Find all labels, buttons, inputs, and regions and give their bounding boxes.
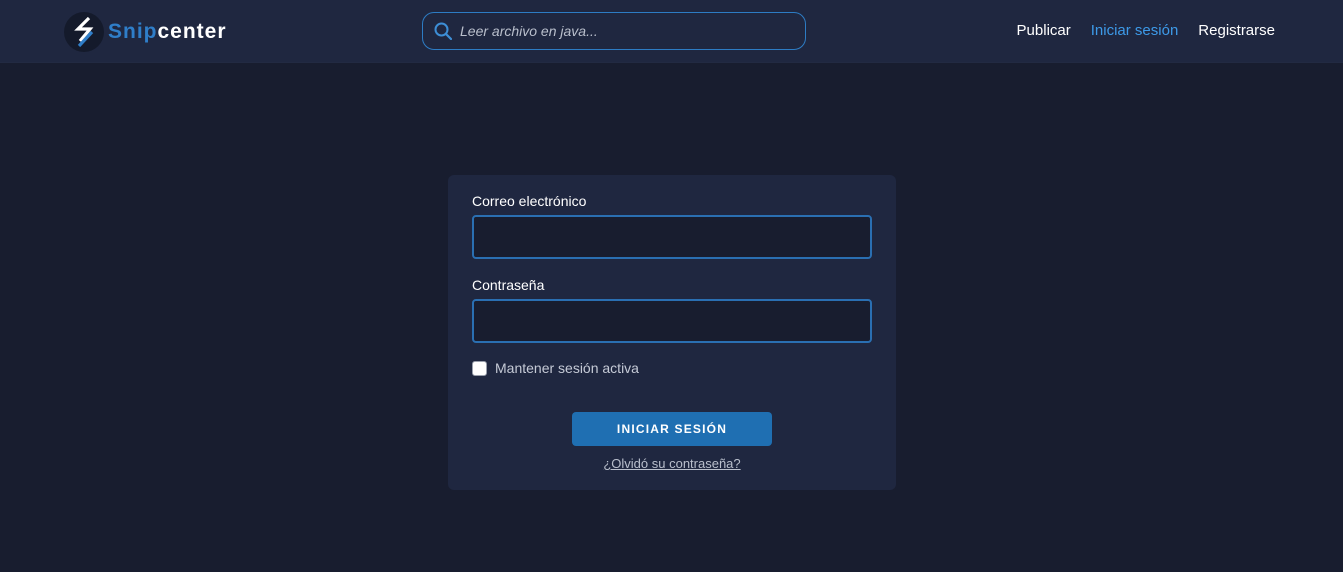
nav-link-registrarse[interactable]: Registrarse (1198, 22, 1275, 39)
login-card: Correo electrónico Contraseña Mantener s… (448, 175, 896, 490)
top-navbar: Snipcenter Publicar Iniciar sesión Regis… (0, 0, 1343, 63)
forgot-password-link[interactable]: ¿Olvidó su contraseña? (448, 456, 896, 471)
remember-me-label: Mantener sesión activa (495, 360, 639, 376)
password-label: Contraseña (472, 277, 545, 293)
brand-name-part2: center (157, 20, 227, 43)
remember-me: Mantener sesión activa (472, 360, 639, 376)
search-bar (422, 12, 806, 50)
nav-links: Publicar Iniciar sesión Registrarse (1017, 22, 1275, 39)
email-field[interactable] (472, 215, 872, 259)
search-input[interactable] (460, 16, 805, 46)
login-button[interactable]: INICIAR SESIÓN (572, 412, 772, 446)
brand-name: Snipcenter (108, 20, 227, 44)
nav-link-iniciar-sesion[interactable]: Iniciar sesión (1091, 22, 1179, 39)
lightning-bolt-icon (64, 12, 104, 52)
nav-link-publicar[interactable]: Publicar (1017, 22, 1071, 39)
email-label: Correo electrónico (472, 193, 587, 209)
search-icon[interactable] (434, 22, 452, 40)
password-field[interactable] (472, 299, 872, 343)
brand-logo[interactable]: Snipcenter (64, 12, 227, 52)
brand-name-part1: Snip (108, 20, 158, 43)
remember-me-checkbox[interactable] (472, 360, 487, 376)
